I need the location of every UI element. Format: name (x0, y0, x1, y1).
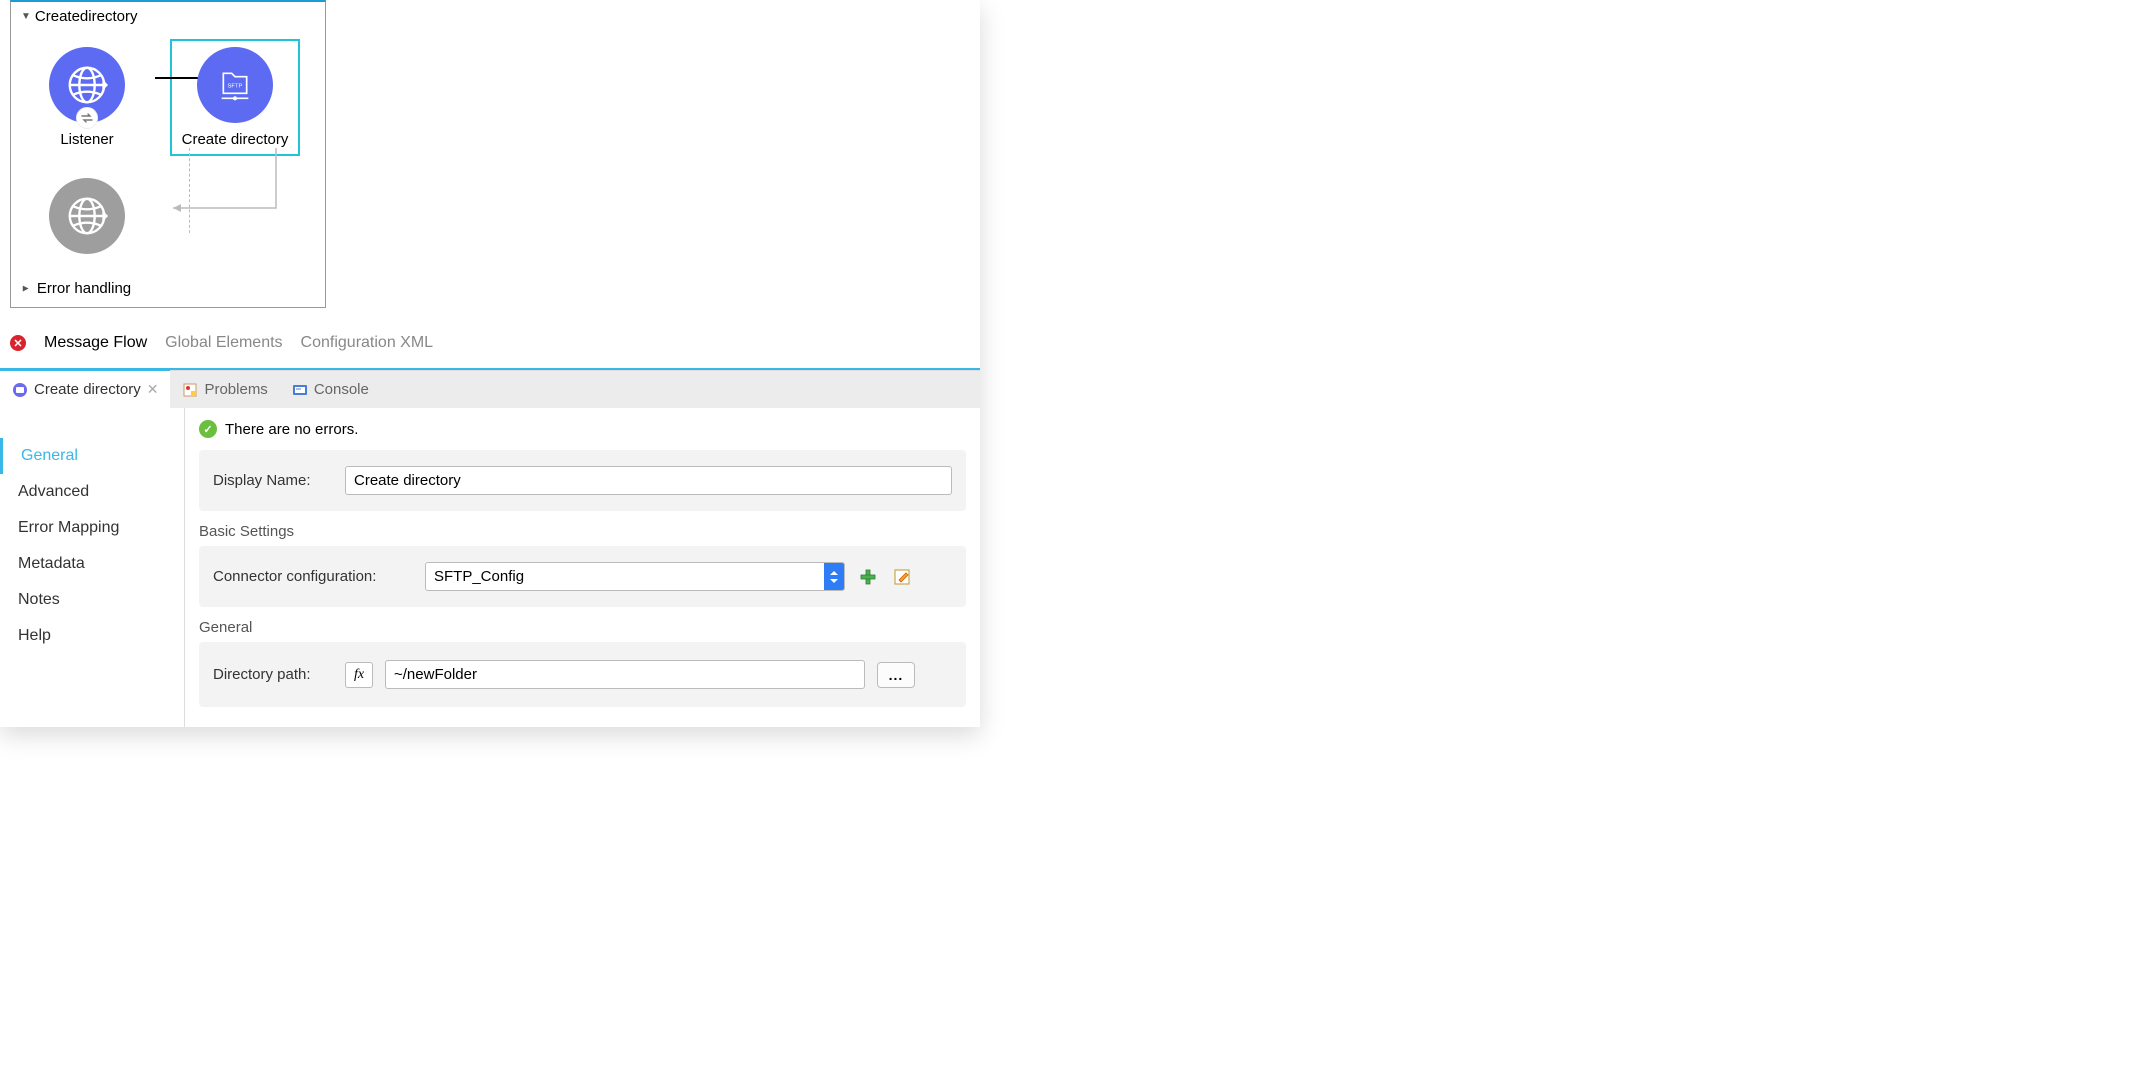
select-arrows-icon[interactable] (824, 563, 844, 590)
view-tab-label: Problems (204, 381, 267, 398)
directory-path-input[interactable] (385, 660, 865, 689)
tab-configuration-xml[interactable]: Configuration XML (301, 334, 434, 352)
properties-panel: Create directory ✕ Problems Console (0, 368, 980, 727)
sftp-icon: SFTP (215, 65, 255, 105)
view-tab-label: Create directory (34, 381, 141, 398)
listener-node-label: Listener (60, 131, 113, 148)
view-tab-label: Console (314, 381, 369, 398)
error-indicator-icon[interactable]: ✕ (10, 335, 26, 351)
plus-icon (859, 568, 877, 586)
side-nav-metadata[interactable]: Metadata (0, 546, 184, 582)
collapse-triangle-icon[interactable]: ▼ (21, 11, 31, 22)
tab-message-flow[interactable]: Message Flow (44, 334, 147, 352)
response-node[interactable] (17, 170, 157, 262)
properties-side-nav: General Advanced Error Mapping Metadata … (0, 408, 185, 727)
directory-path-label: Directory path: (213, 666, 333, 683)
flow-nodes-row: Listener SFTP Create dir (11, 29, 325, 166)
fx-button[interactable]: fx (345, 662, 373, 688)
view-tabs-row: Create directory ✕ Problems Console (0, 370, 980, 408)
component-icon (12, 382, 28, 398)
side-nav-general[interactable]: General (0, 438, 184, 474)
close-icon[interactable]: ✕ (147, 381, 159, 398)
problems-icon (182, 382, 198, 398)
display-name-label: Display Name: (213, 472, 333, 489)
create-directory-node-icon: SFTP (197, 47, 273, 123)
app-window: ▼ Createdirectory (0, 0, 980, 727)
add-config-button[interactable] (857, 566, 879, 588)
basic-settings-section: Basic Settings Connector configuration: … (199, 523, 966, 607)
dashed-divider (189, 148, 190, 233)
globe-grey-icon (64, 193, 110, 239)
error-handling-section[interactable]: ▼ Error handling (11, 272, 325, 307)
view-tab-console[interactable]: Console (280, 371, 381, 408)
display-name-group: Display Name: (199, 450, 966, 511)
flow-header[interactable]: ▼ Createdirectory (11, 2, 325, 29)
flow-canvas: ▼ Createdirectory (0, 0, 980, 318)
flow-title: Createdirectory (35, 8, 138, 25)
edit-config-button[interactable] (891, 566, 913, 588)
create-directory-node[interactable]: SFTP Create directory (165, 39, 305, 156)
connector-config-label: Connector configuration: (213, 568, 413, 585)
basic-settings-title: Basic Settings (199, 523, 966, 540)
listener-node[interactable]: Listener (17, 39, 157, 156)
connector-config-select[interactable]: SFTP_Config (425, 562, 845, 591)
side-nav-advanced[interactable]: Advanced (0, 474, 184, 510)
flow-container: ▼ Createdirectory (10, 0, 326, 308)
properties-form: ✓ There are no errors. Display Name: Bas… (185, 408, 980, 727)
error-handling-label: Error handling (37, 280, 131, 297)
console-icon (292, 382, 308, 398)
listener-node-icon (49, 47, 125, 123)
side-nav-help[interactable]: Help (0, 618, 184, 654)
display-name-input[interactable] (345, 466, 952, 495)
svg-text:SFTP: SFTP (228, 84, 243, 90)
create-directory-node-label: Create directory (182, 131, 289, 148)
globe-icon (64, 62, 110, 108)
browse-button[interactable]: ... (877, 662, 915, 688)
status-text: There are no errors. (225, 421, 358, 438)
connector-config-value: SFTP_Config (426, 563, 824, 590)
status-row: ✓ There are no errors. (199, 420, 966, 438)
side-nav-notes[interactable]: Notes (0, 582, 184, 618)
view-tab-problems[interactable]: Problems (170, 371, 279, 408)
general-section: General Directory path: fx ... (199, 619, 966, 707)
side-nav-error-mapping[interactable]: Error Mapping (0, 510, 184, 546)
tab-global-elements[interactable]: Global Elements (165, 334, 282, 352)
response-row (11, 166, 325, 272)
exchange-badge-icon (76, 107, 98, 129)
expand-triangle-icon[interactable]: ▼ (20, 284, 31, 294)
panel-body: General Advanced Error Mapping Metadata … (0, 408, 980, 727)
edit-icon (893, 568, 911, 586)
editor-tabs: ✕ Message Flow Global Elements Configura… (0, 318, 980, 368)
check-icon: ✓ (199, 420, 217, 438)
view-tab-create-directory[interactable]: Create directory ✕ (0, 369, 170, 408)
general-section-title: General (199, 619, 966, 636)
response-node-icon (49, 178, 125, 254)
